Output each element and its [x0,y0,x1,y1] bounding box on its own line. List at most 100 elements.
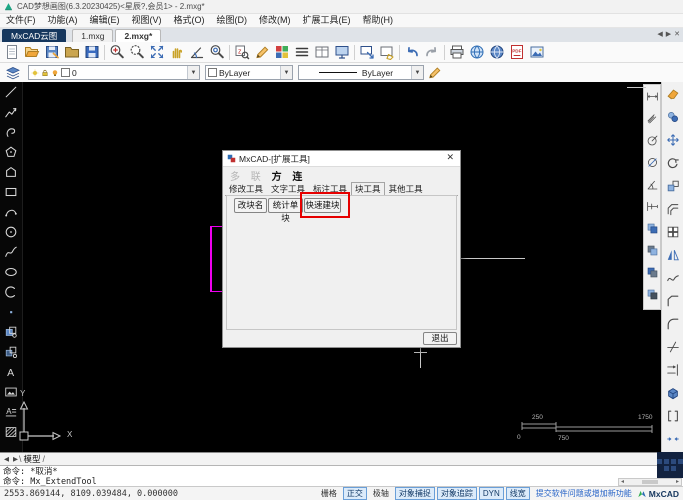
tab-prev-icon[interactable]: ◀ [657,30,662,40]
layout-next-button[interactable]: ▶ [13,455,18,463]
dim-radius-icon[interactable] [644,129,660,151]
file-open-icon[interactable] [22,43,42,62]
layer-dropdown-arrow[interactable]: ▼ [187,66,199,79]
zoom-window-icon[interactable] [127,43,147,62]
undo-icon[interactable] [402,43,422,62]
pan-icon[interactable] [167,43,187,62]
doc-tab-2[interactable]: 2.mxg* [115,29,162,42]
dialog-tab-2[interactable]: 标注工具 [309,182,351,195]
command-line-area[interactable]: 命令: *取消* 命令: Mx_ExtendTool [0,465,683,486]
model-tab[interactable]: 模型 [24,453,41,465]
linetype-dropdown-arrow[interactable]: ▼ [411,66,423,79]
layer-edit-icon[interactable] [377,43,397,62]
dialog-titlebar[interactable]: MxCAD-[扩展工具] ✕ [223,151,460,167]
scroll-right-arrow-icon[interactable]: ▸ [674,479,681,485]
mod-copy-icon[interactable] [663,105,683,128]
mod-array-icon[interactable] [663,220,683,243]
dialog-button-1[interactable]: 统计单块 [268,198,303,223]
draw-polyline-icon[interactable] [2,102,20,122]
menu-item-0[interactable]: 文件(F) [0,14,42,27]
insert-image-icon[interactable] [527,43,547,62]
measure-angle-icon[interactable] [187,43,207,62]
mod-move-icon[interactable] [663,128,683,151]
menu-item-7[interactable]: 扩展工具(E) [297,14,357,27]
menu-item-3[interactable]: 视图(V) [126,14,168,27]
clip-cut-icon[interactable] [644,239,660,261]
mod-spline-edit-icon[interactable] [663,266,683,289]
file-save-icon[interactable] [42,43,62,62]
exit-button[interactable]: 退出 [423,332,457,345]
draw-block-icon[interactable] [2,322,20,342]
zoom-extents-icon[interactable] [147,43,167,62]
layer-select[interactable]: 0 ▼ [28,65,200,80]
draw-revcloud-icon[interactable] [2,122,20,142]
feedback-link[interactable]: 提交软件问题或增加新功能 [536,488,632,499]
mod-trim-icon[interactable] [663,335,683,358]
find-icon[interactable]: z [232,43,252,62]
doc-tab-0[interactable]: MxCAD云图 [2,29,67,42]
zoom-in-icon[interactable] [107,43,127,62]
linetype-select[interactable]: ByLayer ▼ [298,65,424,80]
draw-arc2-icon[interactable] [2,282,20,302]
clip-copy-icon[interactable] [644,217,660,239]
scroll-left-arrow-icon[interactable]: ◂ [619,479,626,485]
mod-scale-icon[interactable] [663,174,683,197]
dim-linear-icon[interactable] [644,85,660,107]
status-toggle-3[interactable]: 对象捕捉 [394,487,435,500]
draw-arc-icon[interactable] [2,202,20,222]
draw-circle-icon[interactable] [2,222,20,242]
web-publish-icon[interactable] [467,43,487,62]
mod-chamfer-icon[interactable] [663,289,683,312]
color-palette-icon[interactable] [272,43,292,62]
draw-polygon2-icon[interactable] [2,162,20,182]
draw-rectangle-icon[interactable] [2,182,20,202]
linetype-list-icon[interactable] [292,43,312,62]
mod-fillet-icon[interactable] [663,312,683,335]
dialog-tab-0[interactable]: 修改工具 [225,182,267,195]
status-toggle-6[interactable]: 线宽 [505,487,530,500]
menu-item-5[interactable]: 绘图(D) [211,14,254,27]
draw-spline-icon[interactable] [2,242,20,262]
draw-text-icon[interactable]: A [2,362,20,382]
menu-item-4[interactable]: 格式(O) [168,14,211,27]
status-toggle-0[interactable]: 栅格 [317,487,341,500]
dialog-tab-3[interactable]: 块工具 [351,182,385,196]
print-icon[interactable] [447,43,467,62]
display-monitor-icon[interactable] [332,43,352,62]
menu-item-6[interactable]: 修改(M) [253,14,297,27]
layers-icon[interactable] [3,63,23,82]
status-toggle-1[interactable]: 正交 [342,487,367,500]
menu-item-1[interactable]: 功能(A) [42,14,84,27]
draw-ellipse-icon[interactable] [2,262,20,282]
clip-paste-block-icon[interactable] [644,283,660,305]
mod-rotate-icon[interactable] [663,151,683,174]
screen-share-icon[interactable] [357,43,377,62]
menu-item-2[interactable]: 编辑(E) [84,14,126,27]
dim-aligned-icon[interactable] [644,107,660,129]
draw-line-icon[interactable] [2,82,20,102]
tab-next-icon[interactable]: ▶ [666,30,671,40]
dim-baseline-icon[interactable] [644,195,660,217]
dialog-tab-1[interactable]: 文字工具 [267,182,309,195]
edit-pencil-icon[interactable] [252,43,272,62]
dim-angular-icon[interactable] [644,173,660,195]
menu-item-8[interactable]: 帮助(H) [357,14,400,27]
color-select[interactable]: ByLayer ▼ [205,65,293,80]
mod-extend-icon[interactable] [663,358,683,381]
draw-point-icon[interactable] [2,302,20,322]
layout-prev-button[interactable]: ◀ [4,455,9,463]
scrollbar-thumb[interactable] [642,480,658,484]
dialog-button-0[interactable]: 改块名 [234,198,267,213]
file-save-as-icon[interactable] [82,43,102,62]
dialog-button-2[interactable]: 快速建块 [304,198,341,213]
dialog-tab-4[interactable]: 其他工具 [385,182,427,195]
status-toggle-4[interactable]: 对象追踪 [436,487,477,500]
mod-explode-icon[interactable] [663,381,683,404]
mod-mirror-icon[interactable] [663,243,683,266]
dim-diameter-icon[interactable] [644,151,660,173]
draw-polygon-icon[interactable] [2,142,20,162]
command-horizontal-scrollbar[interactable]: ◂ ▸ [618,478,682,486]
color-dropdown-arrow[interactable]: ▼ [280,66,292,79]
tab-close-icon[interactable]: ✕ [674,30,680,40]
status-toggle-5[interactable]: DYN [478,487,504,500]
